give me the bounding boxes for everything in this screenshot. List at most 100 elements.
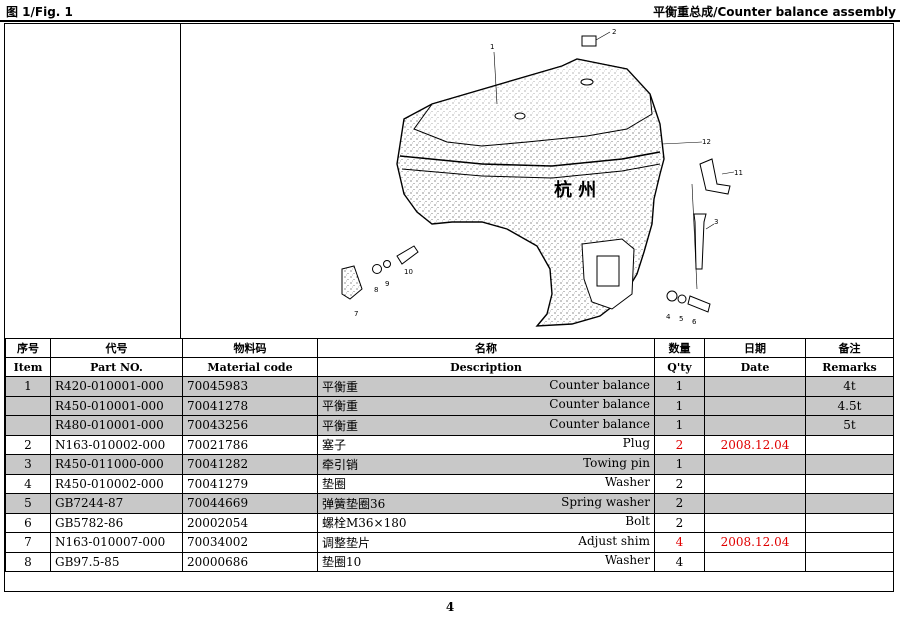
- date-cell: 2008.12.04: [704, 532, 806, 553]
- date-cell: [704, 512, 806, 533]
- material-code-cell: 70034002: [182, 532, 318, 553]
- table-row: 5 GB7244-87 70044669 弹簧垫圈36 Spring washer 2: [5, 493, 894, 514]
- col-header-en: Description: [317, 357, 655, 377]
- assembly-title: 平衡重总成/Counter balance assembly: [653, 5, 896, 19]
- item-cell: 8: [5, 551, 51, 572]
- description-cell: 螺栓M36×180 Bolt: [317, 512, 655, 533]
- description-cn: 弹簧垫圈36: [322, 496, 386, 511]
- item-cell: 4: [5, 473, 51, 494]
- description-cell: 平衡重 Counter balance: [317, 376, 655, 397]
- quantity-cell: 2: [654, 512, 705, 533]
- part-number-cell: R480-010001-000: [50, 415, 183, 436]
- part-number-cell: N163-010002-000: [50, 434, 183, 455]
- quantity-cell: 4: [654, 532, 705, 553]
- description-cell: 垫圈 Washer: [317, 473, 655, 494]
- description-en: Counter balance: [549, 397, 650, 412]
- description-cell: 平衡重 Counter balance: [317, 395, 655, 416]
- date-cell: [704, 473, 806, 494]
- description-cell: 塞子 Plug: [317, 434, 655, 455]
- material-code-cell: 70041282: [182, 454, 318, 475]
- description-cn: 垫圈: [322, 477, 347, 492]
- remarks-cell: [805, 532, 894, 553]
- date-cell: [704, 376, 806, 397]
- description-cn: 牵引销: [322, 457, 359, 472]
- material-code-cell: 70043256: [182, 415, 318, 436]
- date-cell: [704, 454, 806, 475]
- material-code-cell: 70045983: [182, 376, 318, 397]
- part-number-cell: GB5782-86: [50, 512, 183, 533]
- remarks-cell: [805, 493, 894, 514]
- col-header-cn: 备注: [805, 338, 894, 358]
- page-header: 图 1/Fig. 1 平衡重总成/Counter balance assembl…: [0, 0, 900, 22]
- header-row-en: Item Part NO. Material code Description …: [5, 357, 894, 377]
- material-code-cell: 20002054: [182, 512, 318, 533]
- logo-characters: 杭 州: [554, 179, 596, 201]
- col-header-cn: 日期: [704, 338, 806, 358]
- description-en: Spring washer: [561, 494, 650, 509]
- part-number-cell: R450-010002-000: [50, 473, 183, 494]
- description-cell: 垫圈10 Washer: [317, 551, 655, 572]
- remarks-cell: [805, 434, 894, 455]
- date-cell: [704, 395, 806, 416]
- table-row: 2 N163-010002-000 70021786 塞子 Plug 2 2008.12.0…: [5, 434, 894, 455]
- date-cell: [704, 551, 806, 572]
- remarks-cell: 4.5t: [805, 395, 894, 416]
- part-number-cell: R420-010001-000: [50, 376, 183, 397]
- item-cell: 1: [5, 376, 51, 397]
- callout-12: 12: [702, 138, 711, 146]
- material-code-cell: 20000686: [182, 551, 318, 572]
- description-cell: 弹簧垫圈36 Spring washer: [317, 493, 655, 514]
- description-en: Counter balance: [549, 377, 650, 392]
- callout-10: 10: [404, 268, 413, 276]
- col-header-en: Material code: [182, 357, 318, 377]
- description-en: Bolt: [625, 514, 650, 529]
- part-number-cell: R450-010001-000: [50, 395, 183, 416]
- parts-table: 序号 代号 物料码 名称 数量 日期 备注 Item Part NO. Mate…: [5, 338, 894, 572]
- part-number-cell: R450-011000-000: [50, 454, 183, 475]
- exploded-view-drawing: 杭 州 1 2 3 4 5 6 7 8 9 10 11 12: [182, 24, 893, 338]
- callout-9: 9: [385, 280, 389, 288]
- date-value: 2008.12.04: [720, 535, 790, 550]
- part-number-cell: N163-010007-000: [50, 532, 183, 553]
- remarks-cell: [805, 473, 894, 494]
- material-code-cell: 70021786: [182, 434, 318, 455]
- item-cell: 3: [5, 454, 51, 475]
- col-header-cn: 数量: [654, 338, 705, 358]
- description-en: Adjust shim: [578, 533, 650, 548]
- table-row: 7 N163-010007-000 70034002 调整垫片 Adjust shim 4…: [5, 532, 894, 553]
- item-cell: 5: [5, 493, 51, 514]
- remarks-cell: [805, 512, 894, 533]
- part-number-cell: GB97.5-85: [50, 551, 183, 572]
- callout-3: 3: [714, 218, 718, 226]
- description-en: Washer: [604, 475, 650, 490]
- remarks-cell: [805, 551, 894, 572]
- table-row: 6 GB5782-86 20002054 螺栓M36×180 Bolt 2: [5, 512, 894, 533]
- description-cn: 螺栓M36×180: [322, 516, 407, 531]
- remarks-cell: 5t: [805, 415, 894, 436]
- material-code-cell: 70041279: [182, 473, 318, 494]
- blank-left-cell: [5, 24, 181, 338]
- callout-7: 7: [354, 310, 358, 318]
- col-header-cn: 序号: [5, 338, 51, 358]
- item-cell: 2: [5, 434, 51, 455]
- table-row: 1 R420-010001-000 70045983 平衡重 Counter balan…: [5, 376, 894, 397]
- quantity-cell: 2: [654, 493, 705, 514]
- description-cell: 调整垫片 Adjust shim: [317, 532, 655, 553]
- description-en: Counter balance: [549, 416, 650, 431]
- material-code-cell: 70041278: [182, 395, 318, 416]
- table-row: R450-010001-000 70041278 平衡重 Counter balanc…: [5, 395, 894, 416]
- col-header-en: Date: [704, 357, 806, 377]
- callout-11: 11: [734, 169, 743, 177]
- header-row-cn: 序号 代号 物料码 名称 数量 日期 备注: [5, 338, 894, 358]
- quantity-cell: 1: [654, 395, 705, 416]
- description-cn: 平衡重: [322, 379, 359, 394]
- table-row: 4 R450-010002-000 70041279 垫圈 Washer 2: [5, 473, 894, 494]
- table-row: 3 R450-011000-000 70041282 牵引销 Towing pin 1: [5, 454, 894, 475]
- description-en: Plug: [622, 436, 650, 451]
- table-row: 8 GB97.5-85 20000686 垫圈10 Washer 4: [5, 551, 894, 572]
- description-cell: 平衡重 Counter balance: [317, 415, 655, 436]
- quantity-cell: 2: [654, 473, 705, 494]
- item-cell: [5, 395, 51, 416]
- callout-6: 6: [692, 318, 697, 326]
- description-cn: 垫圈10: [322, 555, 362, 570]
